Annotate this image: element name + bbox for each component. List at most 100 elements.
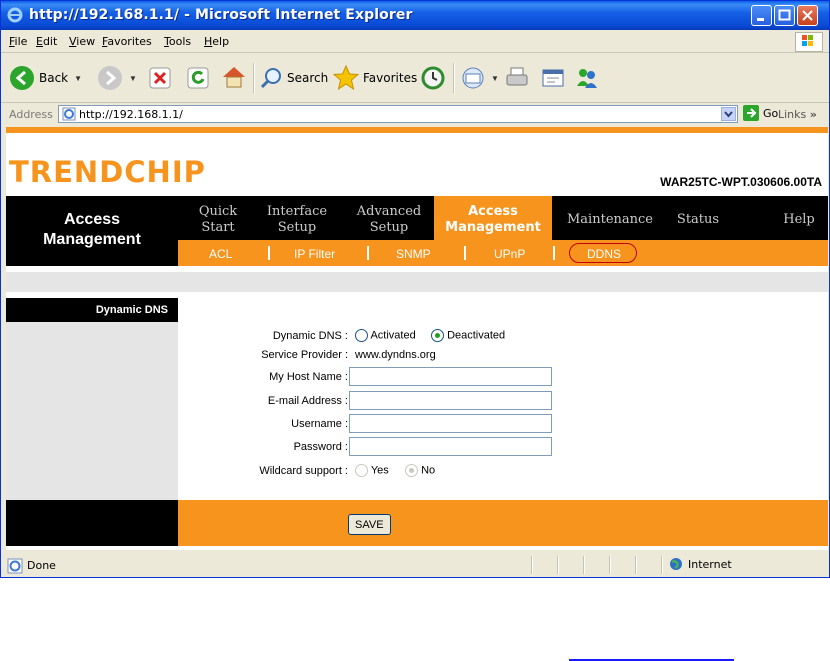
subtab-upnp[interactable]: UPnP (494, 247, 525, 261)
menu-tools[interactable]: Tools (164, 35, 191, 48)
activated-option[interactable]: Activated (355, 329, 416, 342)
tab-interface-setup[interactable]: Interface Setup (258, 204, 336, 236)
close-icon (802, 10, 813, 21)
history-icon (421, 66, 445, 90)
minimize-button[interactable] (751, 5, 772, 26)
windows-logo-icon (795, 32, 823, 52)
favorites-star-icon (333, 65, 359, 91)
mail-icon (462, 67, 484, 89)
wildcard-no-radio[interactable] (405, 464, 418, 477)
service-provider-row: Service Provider : www.dyndns.org (178, 349, 818, 365)
brand-logo: TRENDCHIP (9, 155, 206, 189)
forward-arrow-icon (98, 66, 122, 90)
globe-icon (670, 558, 682, 570)
tab-access-management[interactable]: Access Management (434, 196, 552, 240)
back-button[interactable]: Back ▼ (9, 65, 82, 91)
menu-edit[interactable]: Edit (36, 35, 57, 48)
search-button[interactable]: Search (261, 67, 328, 89)
address-bar: Address http://192.168.1.1/ Go Links » (1, 103, 829, 127)
close-button[interactable] (797, 5, 818, 26)
menu-help[interactable]: Help (204, 35, 229, 48)
print-button[interactable] (505, 66, 529, 90)
wildcard-yes-radio[interactable] (355, 464, 368, 477)
section-title: Access Management (6, 196, 178, 266)
messenger-icon (577, 69, 597, 88)
section-title-line1: Access (63, 211, 121, 228)
tab-help[interactable]: Help (774, 212, 824, 228)
forward-dropdown-icon[interactable]: ▼ (129, 74, 137, 83)
go-arrow-icon (743, 105, 759, 121)
email-input[interactable] (349, 391, 552, 410)
maximize-icon (778, 9, 791, 21)
go-label: Go (763, 106, 779, 120)
footer-left (6, 500, 178, 546)
refresh-button[interactable] (187, 67, 209, 89)
security-zone: Internet (669, 557, 732, 571)
subtab-acl[interactable]: ACL (209, 247, 232, 261)
side-heading: Dynamic DNS (6, 298, 178, 322)
back-dropdown-icon[interactable]: ▼ (74, 74, 82, 83)
tab-advanced-setup[interactable]: Advanced Setup (348, 204, 430, 236)
model-number: WAR25TC-WPT.030606.00TA (660, 175, 822, 189)
tab-quick-start[interactable]: Quick Start (186, 204, 250, 236)
history-button[interactable] (421, 66, 445, 90)
wildcard-yes-label: Yes (370, 464, 389, 477)
home-button[interactable] (221, 65, 247, 89)
title-bar[interactable]: http://192.168.1.1/ - Microsoft Internet… (1, 1, 829, 30)
mail-button[interactable]: ▼ (461, 66, 499, 90)
toolbar: Back ▼ ▼ Search Favorites ▼ (1, 53, 829, 103)
messenger-button[interactable] (575, 66, 599, 90)
subtab-ddns[interactable]: DDNS (587, 247, 621, 261)
deactivated-radio[interactable] (431, 329, 444, 342)
status-text: Done (27, 559, 56, 572)
username-input[interactable] (349, 414, 552, 433)
footer-bar: SAVE (178, 500, 828, 546)
wildcard-no-option[interactable]: No (405, 464, 435, 477)
ie-page-icon (7, 558, 23, 574)
window-title: http://192.168.1.1/ - Microsoft Internet… (29, 7, 413, 23)
service-provider-value: www.dyndns.org (355, 349, 436, 361)
activated-radio[interactable] (355, 329, 368, 342)
ie-icon (7, 7, 23, 23)
tab-maintenance[interactable]: Maintenance (562, 212, 658, 228)
print-icon (506, 67, 528, 86)
menu-view[interactable]: View (69, 35, 95, 48)
wildcard-label: Wildcard support : (259, 465, 348, 477)
host-name-input[interactable] (349, 367, 552, 386)
go-button[interactable]: Go (743, 105, 778, 121)
save-button[interactable]: SAVE (348, 514, 391, 535)
mail-dropdown-icon[interactable]: ▼ (491, 74, 499, 83)
deactivated-option[interactable]: Deactivated (431, 329, 505, 342)
forward-button[interactable]: ▼ (97, 65, 137, 91)
wildcard-row: Wildcard support : Yes No (178, 464, 818, 480)
host-name-row: My Host Name : (178, 367, 818, 387)
header-strip (6, 272, 828, 292)
tab-status[interactable]: Status (668, 212, 728, 228)
stop-button[interactable] (149, 67, 171, 89)
wildcard-no-label: No (421, 464, 436, 477)
wildcard-yes-option[interactable]: Yes (355, 464, 389, 477)
menu-file[interactable]: File (9, 35, 27, 48)
password-input[interactable] (349, 437, 552, 456)
subtab-ip-filter[interactable]: IP Filter (294, 247, 335, 261)
edit-button[interactable] (541, 66, 565, 90)
address-label: Address (9, 108, 53, 121)
main-nav: Quick Start Interface Setup Advanced Setup … (178, 196, 828, 240)
activated-label: Activated (370, 329, 416, 342)
browser-window: http://192.168.1.1/ - Microsoft Internet… (0, 0, 830, 578)
username-label: Username : (291, 418, 348, 430)
maximize-button[interactable] (774, 5, 795, 26)
side-column (6, 322, 178, 500)
dynamic-dns-row: Dynamic DNS : Activated Deactivated (178, 329, 818, 345)
favorites-button[interactable]: Favorites (333, 65, 417, 91)
email-row: E-mail Address : (178, 391, 818, 411)
menu-favorites[interactable]: Favorites (102, 35, 152, 48)
search-label: Search (287, 71, 329, 85)
subtab-snmp[interactable]: SNMP (396, 247, 431, 261)
username-row: Username : (178, 414, 818, 434)
links-button[interactable]: Links » (778, 108, 817, 121)
address-input[interactable]: http://192.168.1.1/ (58, 105, 738, 123)
address-dropdown-button[interactable] (721, 107, 736, 121)
minimize-icon (757, 18, 764, 21)
back-arrow-icon (10, 66, 34, 90)
